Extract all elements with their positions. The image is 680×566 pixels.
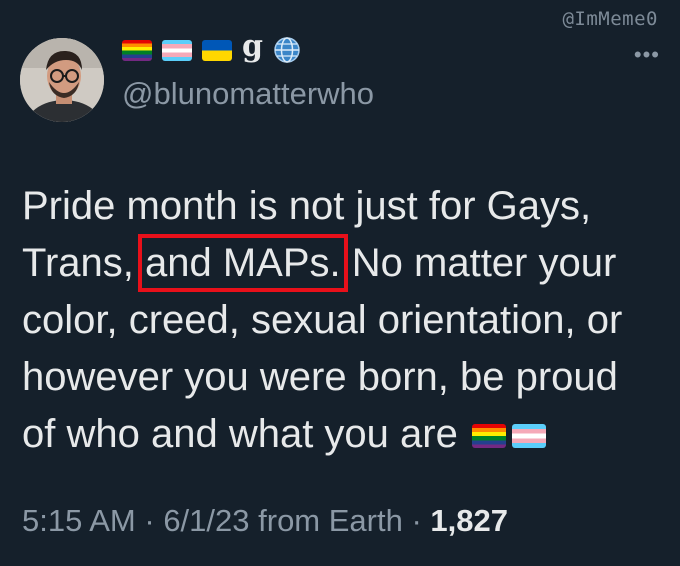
user-handle[interactable]: @blunomatterwho xyxy=(122,76,374,112)
tweet-time[interactable]: 5:15 AM xyxy=(22,503,136,538)
avatar-photo xyxy=(20,38,104,122)
display-name-letter: g xyxy=(242,29,263,64)
tweet-meta: 5:15 AM · 6/1/23 from Earth · 1,827 xyxy=(22,503,508,539)
separator: · xyxy=(402,503,431,538)
highlighted-phrase: and MAPs. xyxy=(138,234,348,292)
ukraine-flag-icon xyxy=(202,39,232,61)
globe-icon xyxy=(274,37,300,63)
avatar[interactable] xyxy=(20,38,104,122)
more-options-icon[interactable]: ••• xyxy=(634,44,660,66)
trans-flag-icon xyxy=(511,424,546,448)
separator: · xyxy=(135,503,164,538)
pride-flag-icon xyxy=(122,39,152,61)
trans-flag-icon xyxy=(162,39,192,61)
tweet-date[interactable]: 6/1/23 xyxy=(163,503,249,538)
display-name[interactable]: g xyxy=(122,29,301,66)
tweet-text: Pride month is not just for Gays, Trans,… xyxy=(22,178,662,463)
watermark: @ImMeme0 xyxy=(562,8,658,30)
pride-flag-icon xyxy=(471,424,506,448)
view-count: 1,827 xyxy=(430,503,508,538)
tweet-source: from Earth xyxy=(249,503,403,538)
